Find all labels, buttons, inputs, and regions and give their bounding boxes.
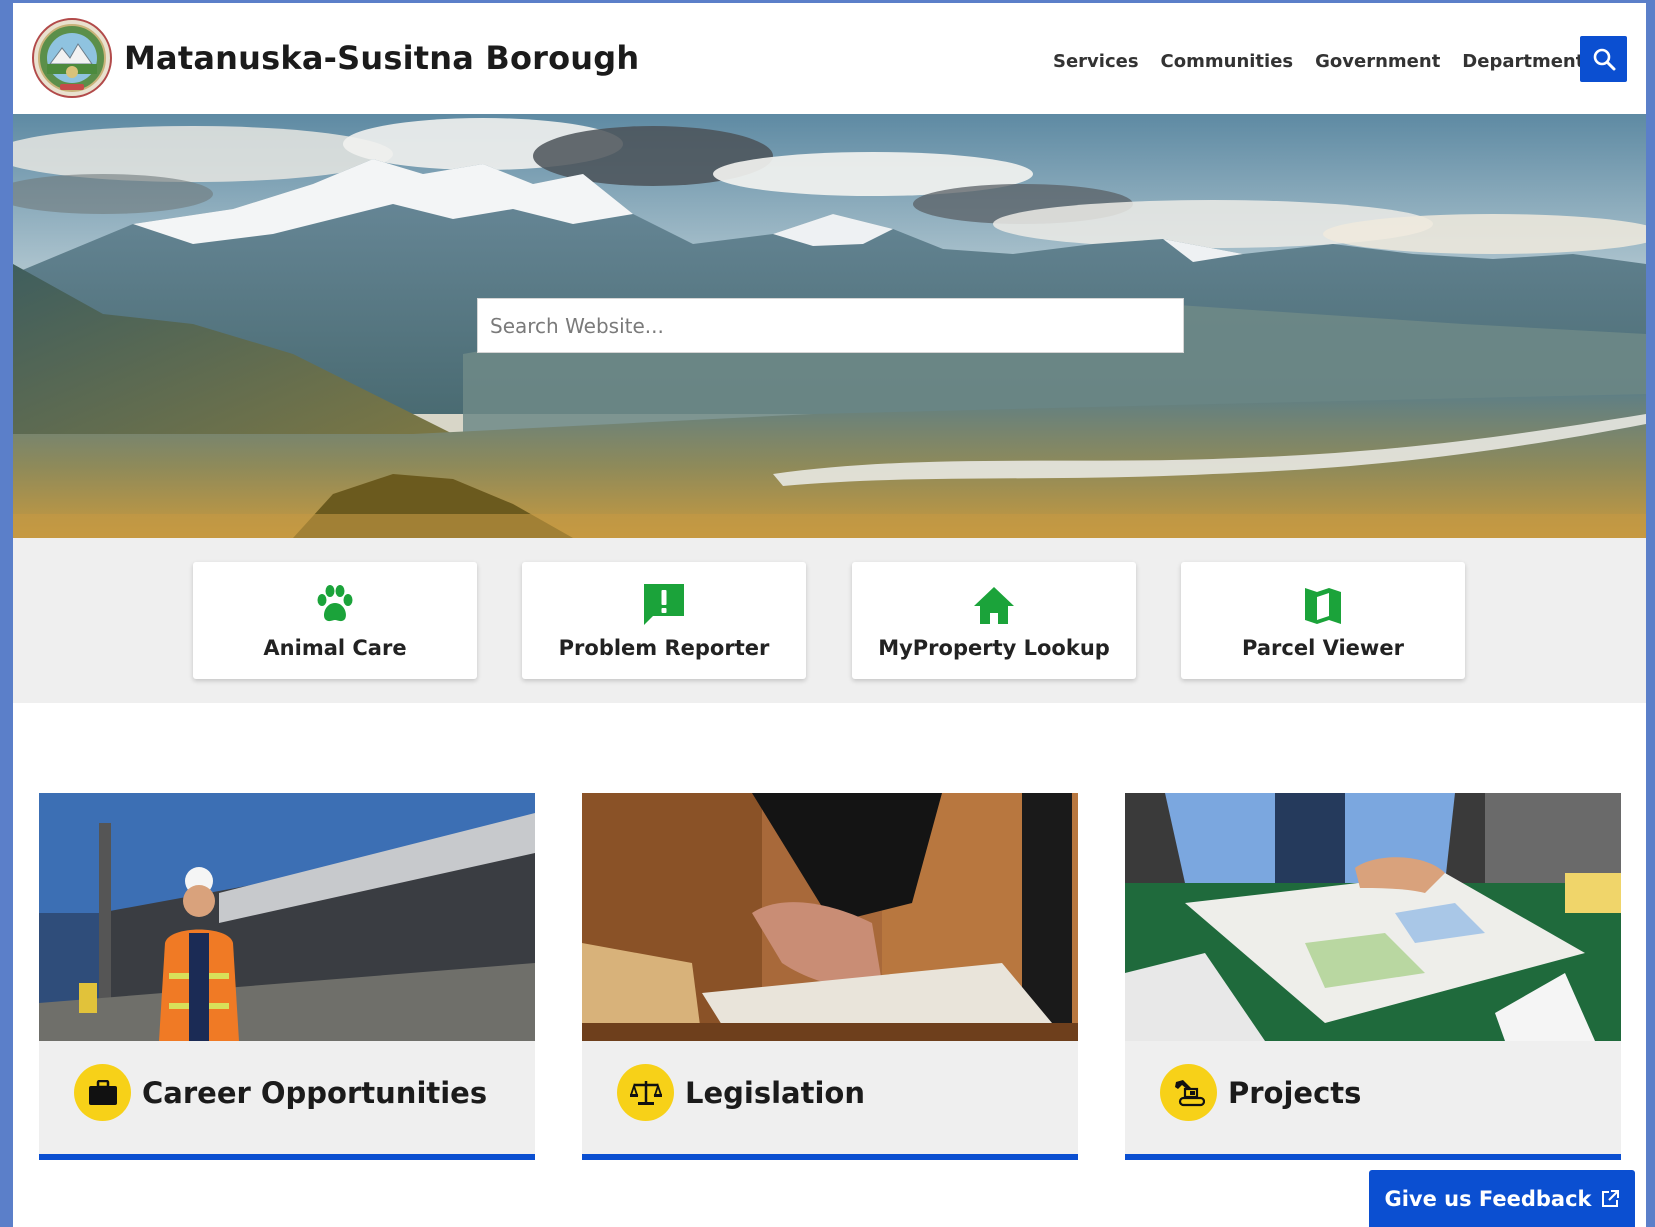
quick-link-label: Problem Reporter [558, 636, 770, 660]
site-header: Matanuska-Susitna Borough Services Commu… [13, 3, 1646, 114]
nav-services[interactable]: Services [1053, 51, 1139, 72]
site-title[interactable]: Matanuska-Susitna Borough [124, 39, 639, 77]
quick-link-label: Parcel Viewer [1242, 636, 1404, 660]
feature-accent-bar [582, 1154, 1078, 1160]
quick-link-label: Animal Care [263, 636, 407, 660]
quick-link-parcel-viewer[interactable]: Parcel Viewer [1181, 562, 1465, 679]
nav-communities[interactable]: Communities [1161, 51, 1294, 72]
nav-departments[interactable]: Departments [1462, 51, 1595, 72]
paw-icon [317, 585, 353, 622]
main-nav: Services Communities Government Departme… [1053, 51, 1595, 72]
quick-link-myproperty-lookup[interactable]: MyProperty Lookup [852, 562, 1136, 679]
feature-card-career-opportunities[interactable]: Career Opportunities [39, 793, 535, 1160]
feature-title: Projects [1228, 1076, 1362, 1110]
nav-government[interactable]: Government [1315, 51, 1440, 72]
scales-icon [617, 1064, 674, 1121]
quick-link-animal-care[interactable]: Animal Care [193, 562, 477, 679]
feature-card-projects[interactable]: Projects [1125, 793, 1621, 1160]
quick-links-band: Animal Care Problem Reporter MyProperty … [13, 538, 1646, 703]
feature-accent-bar [1125, 1154, 1621, 1160]
feedback-label: Give us Feedback [1384, 1186, 1592, 1211]
quick-link-label: MyProperty Lookup [878, 636, 1110, 660]
feature-title: Career Opportunities [142, 1076, 488, 1110]
page-frame: Matanuska-Susitna Borough Services Commu… [13, 3, 1646, 1227]
external-link-icon [1601, 1189, 1619, 1207]
legislation-photo [582, 793, 1078, 1041]
hero-banner [13, 114, 1646, 538]
site-search-input[interactable] [477, 298, 1184, 353]
give-feedback-button[interactable]: Give us Feedback [1369, 1170, 1635, 1227]
search-icon [1593, 48, 1615, 71]
header-search-button[interactable] [1580, 36, 1627, 82]
home-icon [974, 587, 1014, 624]
alert-message-icon [644, 584, 684, 625]
career-photo [39, 793, 535, 1041]
projects-photo [1125, 793, 1621, 1041]
feature-card-legislation[interactable]: Legislation [582, 793, 1078, 1160]
quick-link-problem-reporter[interactable]: Problem Reporter [522, 562, 806, 679]
feature-accent-bar [39, 1154, 535, 1160]
excavator-icon [1160, 1064, 1217, 1121]
briefcase-icon [74, 1064, 131, 1121]
feature-title: Legislation [685, 1076, 865, 1110]
map-icon [1305, 588, 1341, 624]
borough-seal-logo[interactable] [32, 18, 112, 98]
